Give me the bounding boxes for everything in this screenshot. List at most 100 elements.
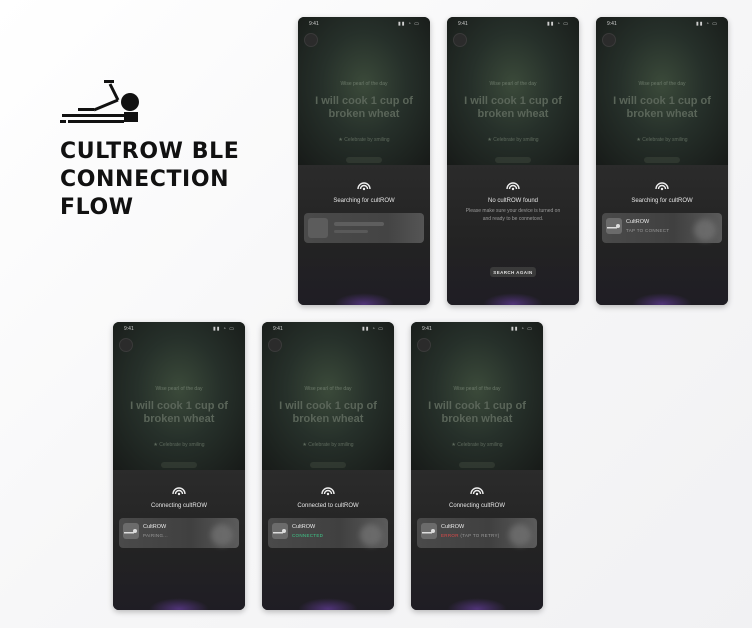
help-text: Please make sure your device is turned o… xyxy=(465,208,561,222)
bg-celebrate: ★ Celebrate by smiling xyxy=(451,442,503,448)
device-name: CultROW xyxy=(143,524,167,530)
bg-quote: I will cook 1 cup of broken wheat xyxy=(130,400,228,425)
avatar[interactable] xyxy=(119,338,133,352)
status-time: 9:41 xyxy=(458,21,468,27)
bg-celebrate: ★ Celebrate by smiling xyxy=(302,442,354,448)
bg-celebrate: ★ Celebrate by smiling xyxy=(487,137,539,143)
device-row-cultrow[interactable]: CultROW PAIRING... xyxy=(119,518,239,548)
sheet-glow xyxy=(149,598,209,610)
bg-celebrate: ★ Celebrate by smiling xyxy=(338,137,390,143)
skeleton-line xyxy=(334,222,384,226)
status-icons: ▮▮ ◔ ▭ xyxy=(361,326,384,332)
bg-caption: Wise pearl of the day xyxy=(340,81,388,87)
device-status-error: ERROR (TAP TO RETRY) xyxy=(441,533,500,538)
device-status: TAP TO CONNECT xyxy=(626,228,670,233)
rowing-machine-icon xyxy=(124,529,137,534)
avatar[interactable] xyxy=(602,33,616,47)
blurred-graphic xyxy=(509,524,531,546)
avatar[interactable] xyxy=(304,33,318,47)
status-time: 9:41 xyxy=(422,326,432,332)
bluetooth-signal-icon xyxy=(506,182,520,191)
device-name: CultROW xyxy=(626,219,650,225)
bluetooth-signal-icon xyxy=(357,182,371,191)
title-line-2: CONNECTION xyxy=(60,167,230,192)
device-skeleton xyxy=(304,213,424,243)
status-icons: ▮▮ ◔ ▭ xyxy=(397,21,420,27)
rowing-machine-icon xyxy=(60,80,139,123)
device-status: PAIRING... xyxy=(143,533,168,538)
phone-screen-error: 9:41 ▮▮ ◔ ▭ Wise pearl of the day I will… xyxy=(411,322,543,610)
blurred-graphic xyxy=(211,524,233,546)
device-row-cultrow[interactable]: CultROW ERROR (TAP TO RETRY) xyxy=(417,518,537,548)
sheet-title: Searching for cultROW xyxy=(631,198,693,204)
phone-screen-not-found: 9:41 ▮▮ ◔ ▭ Wise pearl of the day I will… xyxy=(447,17,579,305)
phone-screen-device-found: 9:41 ▮▮ ◔ ▭ Wise pearl of the day I will… xyxy=(596,17,728,305)
ble-sheet: Connected to cultROW CultROW CONNECTED xyxy=(262,470,394,610)
avatar[interactable] xyxy=(417,338,431,352)
status-time: 9:41 xyxy=(309,21,319,27)
rowing-machine-icon xyxy=(422,529,435,534)
bg-caption: Wise pearl of the day xyxy=(155,386,203,392)
search-again-button[interactable]: SEARCH AGAIN xyxy=(490,267,536,277)
status-icons: ▮▮ ◔ ▭ xyxy=(212,326,235,332)
rowing-machine-icon xyxy=(607,224,620,229)
status-icons: ▮▮ ◔ ▭ xyxy=(510,326,533,332)
skeleton-thumb xyxy=(308,218,328,238)
bg-quote: I will cook 1 cup of broken wheat xyxy=(279,400,377,425)
bg-pill xyxy=(346,157,382,163)
device-thumbnail xyxy=(272,523,288,539)
status-time: 9:41 xyxy=(124,326,134,332)
sheet-title: Connecting cultROW xyxy=(150,503,208,509)
retry-hint: (TAP TO RETRY) xyxy=(458,533,500,538)
phone-screen-pairing: 9:41 ▮▮ ◔ ▭ Wise pearl of the day I will… xyxy=(113,322,245,610)
error-label: ERROR xyxy=(441,533,459,538)
phone-screen-searching: 9:41 ▮▮ ◔ ▭ Wise pearl of the day I will… xyxy=(298,17,430,305)
bg-quote: I will cook 1 cup of broken wheat xyxy=(613,95,711,120)
bg-quote: I will cook 1 cup of broken wheat xyxy=(464,95,562,120)
sheet-glow xyxy=(483,293,543,305)
device-thumbnail xyxy=(606,218,622,234)
status-time: 9:41 xyxy=(607,21,617,27)
status-time: 9:41 xyxy=(273,326,283,332)
sheet-title: Connected to cultROW xyxy=(297,503,359,509)
avatar[interactable] xyxy=(268,338,282,352)
bg-caption: Wise pearl of the day xyxy=(489,81,537,87)
sheet-title: Searching for cultROW xyxy=(333,198,395,204)
device-name: CultROW xyxy=(292,524,316,530)
status-icons: ▮▮ ◔ ▭ xyxy=(695,21,718,27)
ble-sheet: Searching for cultROW xyxy=(298,165,430,305)
device-thumbnail xyxy=(123,523,139,539)
device-row-cultrow[interactable]: CultROW TAP TO CONNECT xyxy=(602,213,722,243)
bluetooth-signal-icon xyxy=(470,487,484,496)
bg-pill xyxy=(310,462,346,468)
avatar[interactable] xyxy=(453,33,467,47)
skeleton-line xyxy=(334,230,368,233)
ble-sheet: Searching for cultROW CultROW TAP TO CON… xyxy=(596,165,728,305)
bg-quote: I will cook 1 cup of broken wheat xyxy=(315,95,413,120)
page-title: CULTROW BLE CONNECTION FLOW xyxy=(60,138,260,222)
rowing-machine-icon xyxy=(273,529,286,534)
device-status-connected: CONNECTED xyxy=(292,533,324,538)
title-line-1: CULTROW BLE xyxy=(60,139,240,164)
cultrow-logo xyxy=(60,78,150,130)
bg-pill xyxy=(644,157,680,163)
sheet-glow xyxy=(632,293,692,305)
blurred-graphic xyxy=(360,524,382,546)
ble-sheet: Connecting cultROW CultROW PAIRING... xyxy=(113,470,245,610)
sheet-glow xyxy=(334,293,394,305)
bg-caption: Wise pearl of the day xyxy=(638,81,686,87)
bg-celebrate: ★ Celebrate by smiling xyxy=(636,137,688,143)
blurred-graphic xyxy=(694,219,716,241)
bluetooth-signal-icon xyxy=(172,487,186,496)
bluetooth-signal-icon xyxy=(655,182,669,191)
bluetooth-signal-icon xyxy=(321,487,335,496)
sheet-title: Connecting cultROW xyxy=(448,503,506,509)
device-row-cultrow[interactable]: CultROW CONNECTED xyxy=(268,518,388,548)
phone-screen-connected: 9:41 ▮▮ ◔ ▭ Wise pearl of the day I will… xyxy=(262,322,394,610)
bg-caption: Wise pearl of the day xyxy=(304,386,352,392)
bg-caption: Wise pearl of the day xyxy=(453,386,501,392)
bg-quote: I will cook 1 cup of broken wheat xyxy=(428,400,526,425)
bg-pill xyxy=(161,462,197,468)
device-thumbnail xyxy=(421,523,437,539)
ble-sheet: No cultROW found Please make sure your d… xyxy=(447,165,579,305)
